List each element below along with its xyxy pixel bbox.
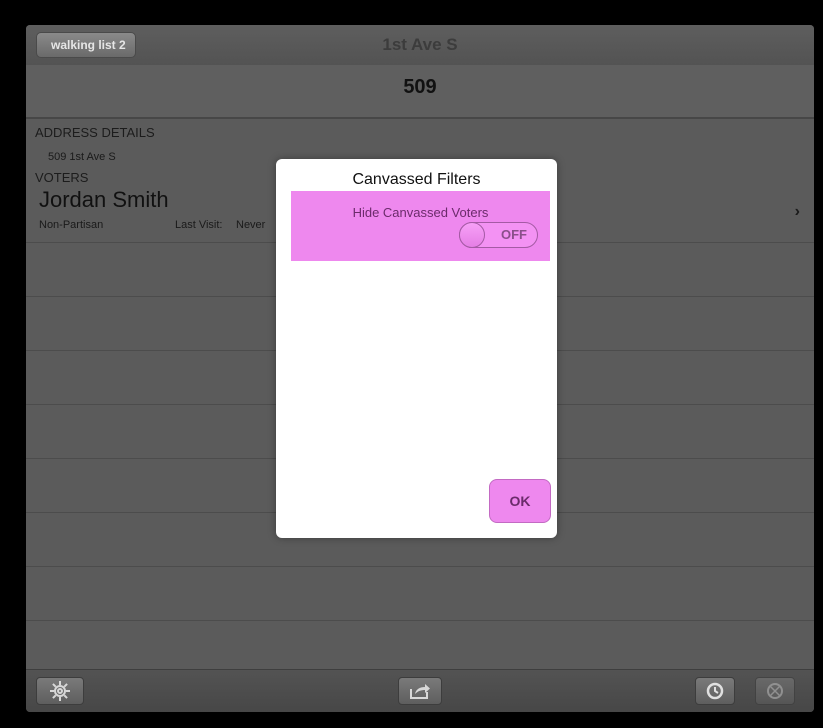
filter-label: Hide Canvassed Voters — [352, 205, 489, 220]
gear-icon — [50, 681, 70, 701]
voters-section-title: VOTERS — [35, 170, 89, 185]
map-button[interactable] — [755, 677, 795, 705]
map-icon — [767, 683, 783, 699]
dialog-title: Canvassed Filters — [352, 171, 481, 188]
toggle-knob[interactable] — [459, 222, 485, 248]
toggle-state-label: OFF — [501, 227, 527, 242]
address-section-title: ADDRESS DETAILS — [35, 125, 155, 140]
address-line: 509 1st Ave S — [48, 151, 116, 163]
history-icon — [706, 682, 724, 700]
voter-party: Non-Partisan — [39, 219, 104, 231]
bottom-toolbar — [26, 669, 814, 712]
history-button[interactable] — [695, 677, 735, 705]
last-visit-label: Last Visit: — [175, 219, 223, 231]
row-divider — [26, 566, 814, 567]
row-divider — [26, 620, 814, 621]
nav-title: 1st Ave S — [382, 35, 458, 54]
share-button[interactable] — [398, 677, 442, 705]
house-number-header: 509 — [26, 65, 814, 119]
ok-button[interactable]: OK — [489, 479, 551, 523]
hide-canvassed-filter: Hide Canvassed Voters OFF — [291, 191, 550, 261]
navigation-bar: walking list 2 1st Ave S — [26, 25, 814, 65]
last-visit-value: Never — [236, 219, 266, 231]
voter-name: Jordan Smith — [39, 187, 169, 212]
share-icon — [410, 684, 430, 699]
hide-canvassed-toggle[interactable]: OFF — [459, 222, 538, 248]
canvassed-filters-dialog: Canvassed Filters Hide Canvassed Voters … — [276, 159, 557, 538]
settings-button[interactable] — [36, 677, 84, 705]
chevron-right-icon: › — [794, 203, 800, 220]
